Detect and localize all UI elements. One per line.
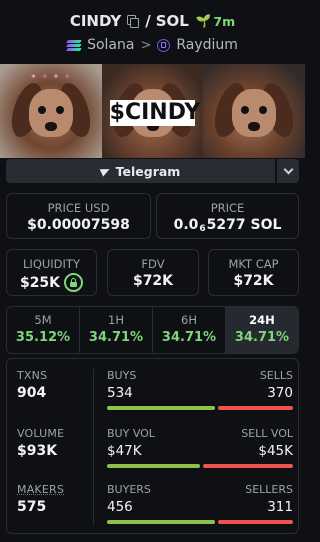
buy-sell-volume-bar bbox=[107, 464, 293, 468]
txns-cell: TXNS 904 bbox=[17, 369, 47, 401]
market-cap-label: MKT CAP bbox=[228, 257, 279, 271]
price-native-box: PRICE 0.0 6 5277 SOL bbox=[156, 193, 299, 239]
token-symbol: CINDY bbox=[69, 12, 122, 30]
makers-label: MAKERS bbox=[17, 483, 65, 496]
tab-6h[interactable]: 6H 34.71% bbox=[153, 307, 226, 353]
tab-label: 6H bbox=[181, 313, 197, 327]
price-native-label: PRICE bbox=[210, 201, 245, 215]
market-cap-value: $72K bbox=[233, 273, 274, 289]
buyers-label: BUYERS bbox=[107, 483, 151, 496]
pair-age-value: 7m bbox=[213, 13, 236, 29]
buyers-sellers-bar bbox=[107, 520, 293, 524]
pair-breadcrumb: Solana > Raydium bbox=[0, 34, 305, 56]
price-change-value: 34.71% bbox=[234, 330, 290, 345]
buys-sells-row: BUYS SELLS 534 370 bbox=[107, 369, 293, 410]
timeframe-tabs: 5M 35.12% 1H 34.71% 6H 34.71% 24H 34.71% bbox=[6, 306, 299, 354]
fdv-label: FDV bbox=[141, 257, 165, 271]
buys-sells-bar bbox=[107, 406, 293, 410]
price-usd-box: PRICE USD $0.00007598 bbox=[6, 193, 151, 239]
buy-sell-volume-row: BUY VOL SELL VOL $47K $45K bbox=[107, 427, 293, 468]
buyers-value: 456 bbox=[107, 499, 133, 515]
sellers-bar-segment bbox=[217, 520, 293, 524]
banner-dog-image-right bbox=[203, 64, 305, 158]
chain-link[interactable]: Solana bbox=[87, 37, 134, 53]
price-change-value: 34.71% bbox=[161, 330, 217, 345]
seedling-icon: 🌱 bbox=[195, 13, 212, 28]
telegram-button[interactable]: Telegram bbox=[6, 159, 275, 183]
sellers-value: 311 bbox=[267, 499, 293, 515]
lock-icon[interactable] bbox=[64, 273, 84, 292]
market-cap-box: MKT CAP $72K bbox=[208, 249, 299, 296]
price-native-prefix: 0.0 bbox=[173, 217, 199, 233]
sells-bar-segment bbox=[217, 406, 293, 410]
chevron-down-icon bbox=[283, 164, 293, 175]
price-change-value: 35.12% bbox=[15, 330, 71, 345]
tab-24h[interactable]: 24H 34.71% bbox=[226, 307, 298, 353]
social-links: Telegram bbox=[6, 159, 299, 183]
volume-cell: VOLUME $93K bbox=[17, 427, 64, 459]
more-links-button[interactable] bbox=[277, 159, 299, 183]
makers-value: 575 bbox=[17, 499, 47, 515]
buys-bar-segment bbox=[107, 406, 215, 410]
sells-label: SELLS bbox=[259, 369, 293, 382]
price-usd-label: PRICE USD bbox=[47, 201, 110, 215]
sellers-label: SELLERS bbox=[245, 483, 293, 496]
banner-dog-image-left: ✦ ✧ ✦ ✧ bbox=[0, 64, 102, 158]
trade-stats-panel: TXNS 904 BUYS SELLS 534 370 VOLUME $93K … bbox=[6, 358, 299, 534]
quote-symbol: SOL bbox=[155, 12, 189, 30]
copy-icon[interactable] bbox=[127, 15, 140, 28]
price-native-zeros: 6 bbox=[199, 224, 206, 234]
fdv-box: FDV $72K bbox=[107, 249, 199, 296]
stats-divider bbox=[93, 369, 94, 525]
telegram-icon bbox=[99, 165, 111, 177]
pair-title: CINDY / SOL 🌱 7m bbox=[0, 10, 305, 32]
buyers-bar-segment bbox=[107, 520, 215, 524]
price-change-value: 34.71% bbox=[88, 330, 144, 345]
tab-1h[interactable]: 1H 34.71% bbox=[80, 307, 153, 353]
volume-value: $93K bbox=[17, 443, 58, 459]
buy-volume-label: BUY VOL bbox=[107, 427, 155, 440]
sells-value: 370 bbox=[267, 385, 293, 401]
banner-ticker-text: $CINDY bbox=[109, 100, 201, 126]
tab-label: 5M bbox=[34, 313, 52, 327]
tab-5m[interactable]: 5M 35.12% bbox=[7, 307, 80, 353]
liquidity-value: $25K bbox=[19, 274, 61, 291]
txns-label: TXNS bbox=[17, 369, 48, 382]
buy-volume-bar-segment bbox=[107, 464, 201, 468]
price-native-suffix: 5277 SOL bbox=[206, 217, 282, 233]
tab-label: 1H bbox=[108, 313, 124, 327]
buyers-sellers-row: BUYERS SELLERS 456 311 bbox=[107, 483, 293, 524]
solana-icon bbox=[66, 39, 82, 51]
buy-volume-value: $47K bbox=[107, 443, 142, 459]
sell-volume-bar-segment bbox=[203, 464, 293, 468]
buys-label: BUYS bbox=[107, 369, 137, 382]
token-banner: ✦ ✧ ✦ ✧ $CINDY bbox=[0, 64, 305, 158]
liquidity-label: LIQUIDITY bbox=[23, 257, 80, 271]
liquidity-box: LIQUIDITY $25K bbox=[6, 249, 97, 296]
sell-volume-label: SELL VOL bbox=[241, 427, 293, 440]
volume-label: VOLUME bbox=[17, 427, 65, 440]
fdv-value: $72K bbox=[132, 273, 174, 289]
price-usd-value: $0.00007598 bbox=[27, 217, 130, 233]
pair-separator: / bbox=[145, 12, 151, 30]
buys-value: 534 bbox=[107, 385, 133, 401]
makers-cell: MAKERS 575 bbox=[17, 483, 64, 515]
sell-volume-value: $45K bbox=[258, 443, 293, 459]
tab-label: 24H bbox=[249, 313, 275, 327]
dex-link[interactable]: Raydium bbox=[176, 37, 238, 53]
pair-age: 🌱 7m bbox=[196, 13, 235, 29]
banner-dog-image-center: $CINDY bbox=[101, 64, 204, 158]
chevron-right-icon: > bbox=[140, 37, 152, 53]
telegram-label: Telegram bbox=[115, 163, 181, 179]
raydium-icon bbox=[157, 38, 171, 52]
txns-value: 904 bbox=[17, 385, 47, 401]
